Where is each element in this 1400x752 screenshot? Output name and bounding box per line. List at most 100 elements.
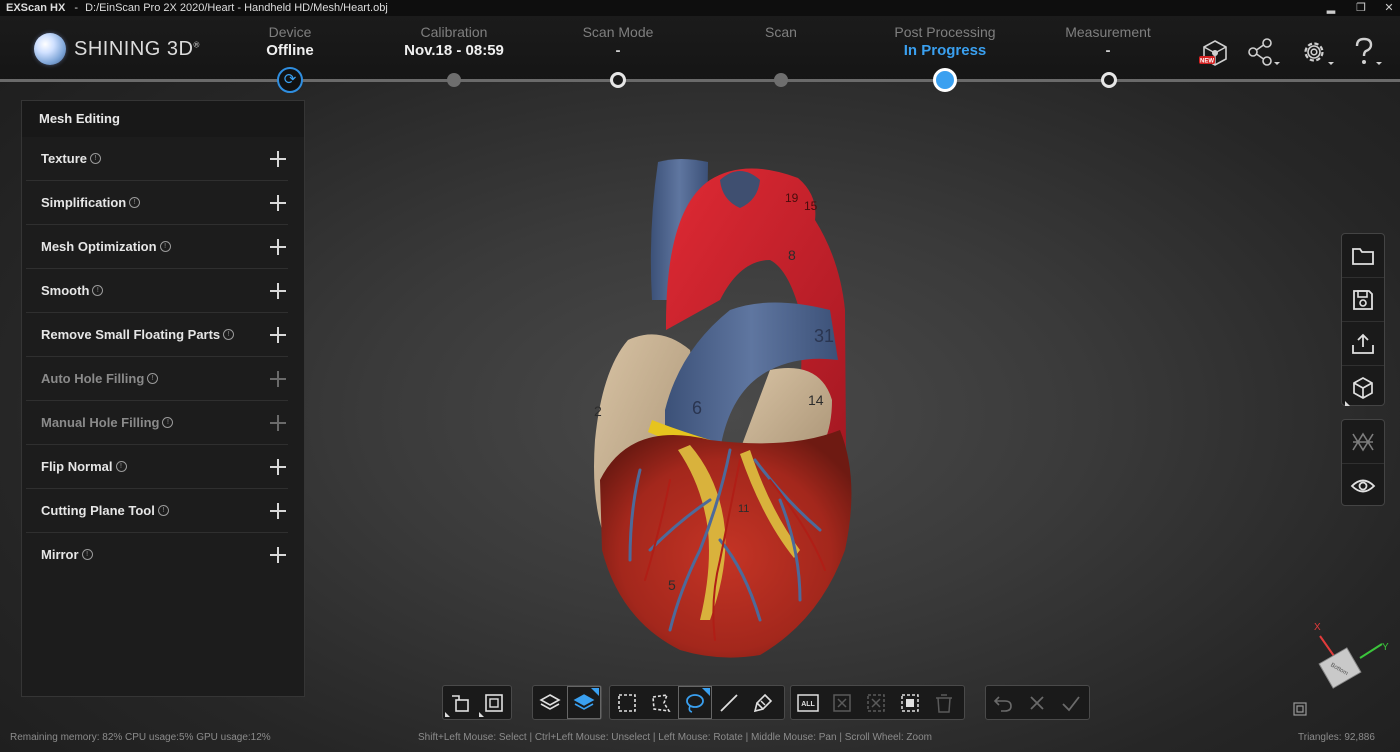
heart-mesh-model[interactable]: 2 6 8 31 14 5 11 15 19	[570, 150, 870, 665]
open-folder-button[interactable]	[1342, 234, 1384, 278]
share-icon[interactable]	[1246, 38, 1282, 73]
tool-manual-hole-filling: Manual Hole Filling !	[26, 401, 288, 445]
svg-text:2: 2	[594, 403, 602, 419]
step-post-processing[interactable]: Post Processing In Progress	[870, 24, 1020, 59]
svg-text:14: 14	[808, 392, 824, 408]
step-node-scan[interactable]	[774, 73, 788, 87]
info-icon[interactable]: !	[129, 197, 141, 208]
tool-texture[interactable]: Texture !	[26, 137, 288, 181]
tool-smooth[interactable]: Smooth !	[26, 269, 288, 313]
eye-icon	[1350, 479, 1376, 492]
save-icon	[1353, 289, 1373, 310]
cancel-button	[1020, 686, 1054, 719]
info-icon[interactable]: !	[223, 329, 235, 340]
tool-simplification[interactable]: Simplification !	[26, 181, 288, 225]
rectangle-select-button[interactable]	[610, 686, 644, 719]
brush-select-button[interactable]	[746, 686, 780, 719]
tool-flip-normal[interactable]: Flip Normal !	[26, 445, 288, 489]
svg-text:6: 6	[692, 398, 702, 418]
check-icon	[1062, 695, 1080, 711]
lasso-select-button[interactable]	[678, 686, 712, 719]
expand-plus-icon[interactable]	[268, 193, 288, 213]
file-path: D:/EinScan Pro 2X 2020/Heart - Handheld …	[85, 2, 388, 14]
step-scan[interactable]: Scan	[706, 24, 856, 42]
delete-selection-button	[927, 686, 961, 719]
expand-plus-icon[interactable]	[268, 545, 288, 565]
layer-group	[532, 685, 602, 720]
eye-button[interactable]	[1342, 464, 1384, 507]
help-icon[interactable]	[1351, 37, 1387, 74]
view-toolbar	[1341, 419, 1385, 506]
edit-selection-group: ALL	[790, 685, 965, 720]
svg-text:X: X	[1314, 622, 1321, 633]
polygon-select-button[interactable]	[644, 686, 678, 719]
expand-plus-icon	[268, 369, 288, 389]
save-button[interactable]	[1342, 278, 1384, 322]
device-sync-icon[interactable]: ⟳	[277, 67, 303, 93]
cube-view-button[interactable]	[1342, 366, 1384, 409]
info-icon[interactable]: !	[147, 373, 159, 384]
layers-icon	[539, 693, 561, 710]
view-mode-group	[442, 685, 512, 720]
fit-view-icon[interactable]	[1292, 701, 1308, 717]
step-scan-mode[interactable]: Scan Mode -	[543, 24, 693, 59]
svg-text:Y: Y	[1382, 642, 1389, 653]
submenu-corner-icon	[445, 712, 450, 717]
title-separator: -	[74, 2, 79, 14]
tool-remove-small-floating-parts[interactable]: Remove Small Floating Parts !	[26, 313, 288, 357]
expand-plus-icon[interactable]	[268, 501, 288, 521]
orientation-gizmo[interactable]: X Y Bottom	[1300, 616, 1392, 696]
line-select-button[interactable]	[712, 686, 746, 719]
svg-text:8: 8	[788, 247, 796, 263]
step-node-post-processing[interactable]	[933, 68, 957, 92]
svg-text:19: 19	[785, 191, 799, 205]
expand-plus-icon[interactable]	[268, 237, 288, 257]
tool-mirror[interactable]: Mirror !	[26, 533, 288, 576]
logo-globe-icon	[34, 33, 66, 65]
info-icon[interactable]: !	[90, 153, 101, 164]
step-node-scan-mode[interactable]	[610, 72, 626, 88]
export-button[interactable]	[1342, 322, 1384, 366]
svg-text:31: 31	[814, 326, 834, 346]
step-node-measurement[interactable]	[1101, 72, 1117, 88]
expand-plus-icon[interactable]	[268, 149, 288, 169]
tool-mesh-optimization[interactable]: Mesh Optimization !	[26, 225, 288, 269]
model-new-icon[interactable]: NEW	[1198, 38, 1232, 73]
svg-text:5: 5	[668, 577, 676, 593]
expand-plus-icon[interactable]	[268, 325, 288, 345]
mesh-visibility-button[interactable]	[1342, 420, 1384, 464]
workflow-header: SHINING 3D® Device Offline Calibration N…	[0, 16, 1400, 82]
close-button[interactable]: ✕	[1378, 0, 1400, 16]
info-icon[interactable]: !	[162, 417, 174, 428]
front-view-button[interactable]	[443, 686, 477, 719]
step-device[interactable]: Device Offline	[215, 24, 365, 59]
step-measurement[interactable]: Measurement -	[1033, 24, 1183, 59]
info-icon[interactable]: !	[159, 241, 171, 252]
info-icon[interactable]: !	[81, 549, 93, 560]
clear-selection-icon	[833, 693, 851, 712]
settings-icon[interactable]	[1299, 37, 1337, 74]
expand-plus-icon[interactable]	[268, 281, 288, 301]
polygon-select-icon	[652, 693, 671, 712]
tool-cutting-plane[interactable]: Cutting Plane Tool !	[26, 489, 288, 533]
select-connected-button[interactable]	[893, 686, 927, 719]
info-icon[interactable]: !	[157, 505, 169, 516]
invert-selection-icon	[867, 693, 885, 712]
step-node-calibration[interactable]	[447, 73, 461, 87]
step-calibration[interactable]: Calibration Nov.18 - 08:59	[379, 24, 529, 59]
undo-button	[986, 686, 1020, 719]
box-view-button[interactable]	[477, 686, 511, 719]
layers-button[interactable]	[533, 686, 567, 719]
info-icon[interactable]: !	[92, 285, 104, 296]
mesh-editing-panel: Mesh Editing Texture ! Simplification ! …	[21, 100, 305, 697]
info-icon[interactable]: !	[115, 461, 127, 472]
expand-plus-icon[interactable]	[268, 457, 288, 477]
select-all-button[interactable]: ALL	[791, 686, 825, 719]
selection-tools-group	[609, 685, 785, 720]
shining3d-logo: SHINING 3D®	[34, 33, 200, 65]
triangle-count: Triangles: 92,886	[1298, 732, 1375, 743]
selected-layers-button[interactable]	[567, 686, 601, 719]
svg-text:NEW: NEW	[1200, 59, 1214, 65]
minimize-button[interactable]: ▂	[1320, 0, 1342, 16]
restore-button[interactable]: ❐	[1350, 0, 1372, 16]
